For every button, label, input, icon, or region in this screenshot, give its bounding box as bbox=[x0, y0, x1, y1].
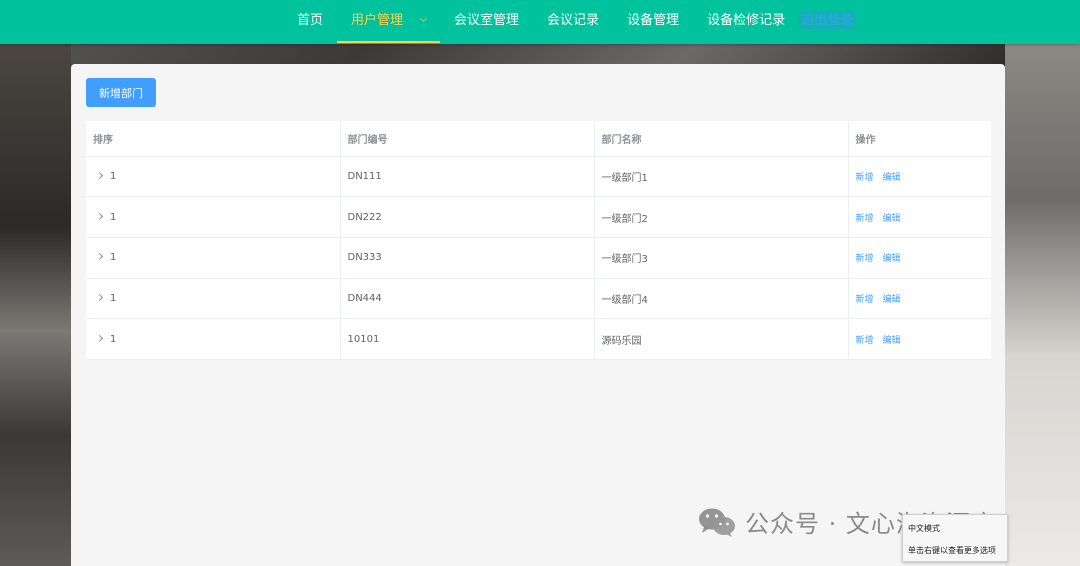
column-header-actions: 操作 bbox=[848, 121, 991, 157]
main-panel: 新增部门 排序 部门编号 部门名称 操作 1 DN111 一级部门1 新增 编辑 … bbox=[71, 64, 1005, 566]
row-add-link[interactable]: 新增 bbox=[856, 254, 874, 264]
chevron-right-icon[interactable] bbox=[95, 334, 104, 342]
code-cell: DN222 bbox=[340, 196, 595, 238]
order-cell: 1 bbox=[86, 318, 341, 360]
ime-mode-label: 中文模式 bbox=[908, 524, 940, 533]
row-edit-link[interactable]: 编辑 bbox=[883, 254, 901, 264]
nav-item-meeting-room-management[interactable]: 会议室管理 bbox=[440, 0, 533, 44]
wechat-icon bbox=[699, 508, 735, 537]
nav-item-device-management[interactable]: 设备管理 bbox=[613, 0, 693, 44]
order-cell: 1 bbox=[86, 278, 341, 320]
chevron-right-icon[interactable] bbox=[95, 293, 104, 301]
nav-item-home[interactable]: 首页 bbox=[283, 0, 337, 44]
code-cell: DN444 bbox=[340, 278, 595, 320]
name-cell: 一级部门1 bbox=[594, 156, 849, 198]
order-cell: 1 bbox=[86, 196, 341, 238]
actions-cell: 新增 编辑 bbox=[848, 278, 991, 320]
order-value: 1 bbox=[110, 252, 117, 264]
table-row: 1 DN222 一级部门2 新增 编辑 bbox=[86, 196, 991, 238]
actions-cell: 新增 编辑 bbox=[848, 156, 991, 198]
row-add-link[interactable]: 新增 bbox=[856, 173, 874, 183]
ime-mode-popup: 中文模式 单击右键以查看更多选项 bbox=[902, 514, 1008, 562]
nav-menu: 首页 用户管理 会议室管理 会议记录 设备管理 设备检修记录 退出登录 bbox=[283, 0, 869, 44]
code-cell: 10101 bbox=[340, 318, 595, 360]
name-cell: 一级部门4 bbox=[594, 278, 849, 320]
table-row: 1 DN333 一级部门3 新增 编辑 bbox=[86, 237, 991, 279]
order-value: 1 bbox=[110, 333, 117, 345]
background-left bbox=[0, 44, 71, 566]
actions-cell: 新增 编辑 bbox=[848, 196, 991, 238]
chevron-right-icon[interactable] bbox=[95, 171, 104, 179]
column-header-code[interactable]: 部门编号 bbox=[340, 121, 595, 157]
table-header-row: 排序 部门编号 部门名称 操作 bbox=[86, 121, 991, 157]
row-edit-link[interactable]: 编辑 bbox=[883, 336, 901, 346]
order-cell: 1 bbox=[86, 156, 341, 198]
name-cell: 一级部门2 bbox=[594, 196, 849, 238]
chevron-right-icon[interactable] bbox=[95, 253, 104, 261]
code-cell: DN111 bbox=[340, 156, 595, 198]
top-navbar: 首页 用户管理 会议室管理 会议记录 设备管理 设备检修记录 退出登录 bbox=[0, 0, 1080, 44]
nav-item-user-management[interactable]: 用户管理 bbox=[337, 0, 441, 44]
column-header-name[interactable]: 部门名称 bbox=[594, 121, 849, 157]
nav-item-meeting-records[interactable]: 会议记录 bbox=[533, 0, 613, 44]
chevron-right-icon[interactable] bbox=[95, 212, 104, 220]
row-edit-link[interactable]: 编辑 bbox=[883, 173, 901, 183]
order-value: 1 bbox=[110, 292, 117, 304]
actions-cell: 新增 编辑 bbox=[848, 237, 991, 279]
actions-cell: 新增 编辑 bbox=[848, 318, 991, 360]
table-row: 1 DN111 一级部门1 新增 编辑 bbox=[86, 156, 991, 198]
name-cell: 一级部门3 bbox=[594, 237, 849, 279]
department-table: 排序 部门编号 部门名称 操作 1 DN111 一级部门1 新增 编辑 1 DN2… bbox=[86, 121, 991, 360]
code-cell: DN333 bbox=[340, 237, 595, 279]
add-department-button[interactable]: 新增部门 bbox=[86, 78, 156, 107]
row-edit-link[interactable]: 编辑 bbox=[883, 295, 901, 305]
row-add-link[interactable]: 新增 bbox=[856, 295, 874, 305]
order-value: 1 bbox=[110, 211, 117, 223]
table-row: 1 DN444 一级部门4 新增 编辑 bbox=[86, 278, 991, 320]
row-add-link[interactable]: 新增 bbox=[856, 214, 874, 224]
ime-hint-text: 单击右键以查看更多选项 bbox=[908, 546, 996, 555]
row-add-link[interactable]: 新增 bbox=[856, 336, 874, 346]
chevron-down-icon bbox=[419, 14, 428, 23]
name-cell: 源码乐园 bbox=[594, 318, 849, 360]
order-value: 1 bbox=[110, 170, 117, 182]
row-edit-link[interactable]: 编辑 bbox=[883, 214, 901, 224]
logout-link[interactable]: 退出登录 bbox=[799, 0, 869, 44]
nav-item-device-repair-records[interactable]: 设备检修记录 bbox=[693, 0, 799, 44]
background-right bbox=[1005, 44, 1080, 566]
column-header-order[interactable]: 排序 bbox=[86, 121, 341, 157]
order-cell: 1 bbox=[86, 237, 341, 279]
table-row: 1 10101 源码乐园 新增 编辑 bbox=[86, 318, 991, 360]
